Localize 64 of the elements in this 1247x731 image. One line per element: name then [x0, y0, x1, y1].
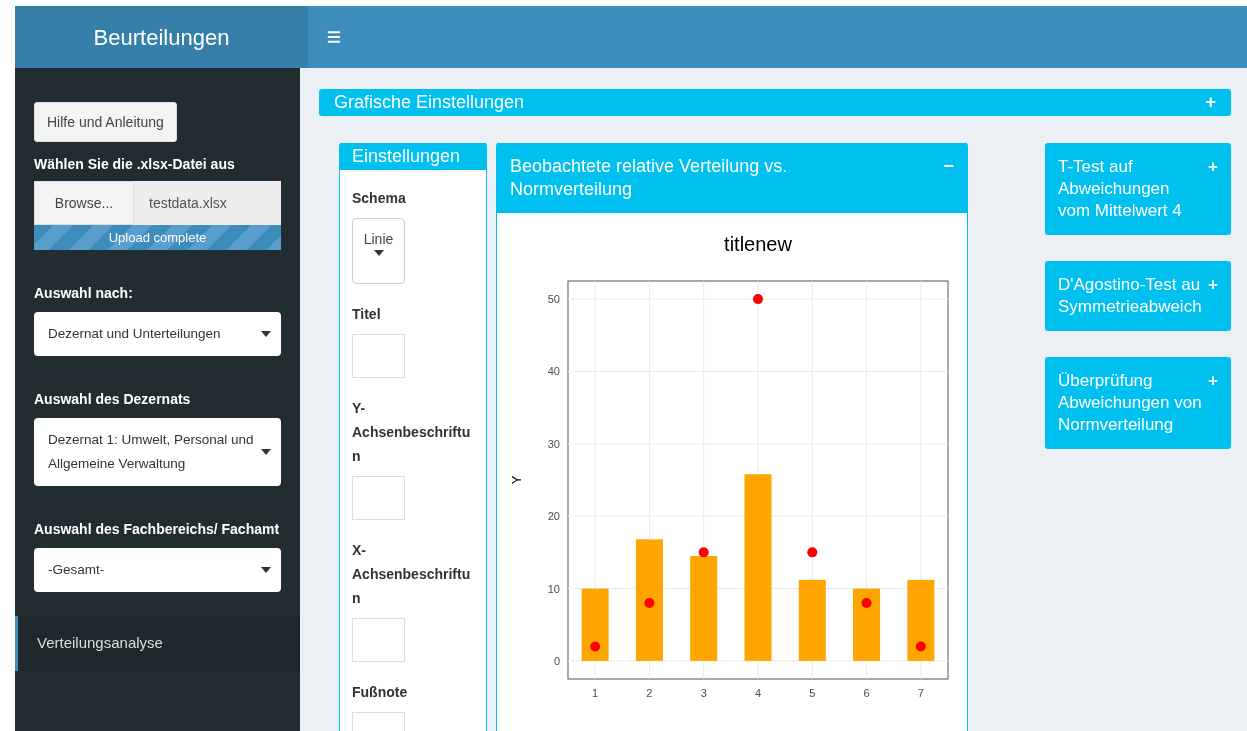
y-axis-label: Y [509, 475, 524, 485]
file-name-field: testdata.xlsx [134, 181, 281, 225]
expand-toggle[interactable]: + [1205, 89, 1216, 116]
expand-toggle[interactable]: + [1208, 156, 1218, 222]
x-tick-label: 5 [809, 687, 816, 699]
select-field[interactable]: Dezernat und Unterteilungen [34, 312, 281, 356]
caret-icon [261, 449, 271, 455]
expand-toggle[interactable]: + [1208, 274, 1218, 318]
select-field[interactable]: Dezernat 1: Umwelt, Personal und Allgemeine Verwaltung [34, 418, 281, 486]
y-tick-label: 40 [547, 365, 560, 378]
browse-button[interactable]: Browse... [34, 181, 134, 225]
data-point [698, 547, 709, 558]
data-point [753, 294, 763, 305]
field-label: Schema [352, 189, 407, 208]
data-point [590, 641, 601, 652]
box-title: Grafische Einstellungen [334, 91, 525, 114]
select-field[interactable]: Linie [352, 218, 405, 284]
chart-title: titlenew [724, 233, 792, 255]
panel-title: Beobachtete relative Verteilung vs. Normverteilung [510, 155, 789, 201]
x-tick-label: 6 [863, 687, 870, 699]
x-tick-label: 1 [592, 687, 599, 699]
data-point [861, 598, 872, 608]
text-input[interactable] [352, 618, 405, 662]
select-field[interactable]: -Gesamt- [34, 548, 281, 592]
x-tick-label: 2 [646, 687, 653, 699]
sidebar-menu-item[interactable]: Verteilungsanalyse [15, 616, 300, 671]
field-label: Auswahl des Dezernats [34, 390, 192, 409]
box-title: D'Agostino-Test au Symmetrieabweich [1058, 274, 1203, 318]
x-tick-label: 3 [700, 687, 707, 699]
y-tick-label: 20 [547, 510, 560, 523]
app-title: Beurteilungen [15, 6, 308, 68]
collapsed-box[interactable]: D'Agostino-Test au Symmetrieabweich + [1045, 261, 1231, 331]
field-label: Titel [352, 305, 382, 324]
data-point [807, 547, 818, 558]
help-button[interactable]: Hilfe und Anleitung [34, 102, 177, 142]
x-tick-label: 7 [917, 687, 924, 699]
box-title: T-Test auf Abweichungen vom Mittelwert 4 [1058, 156, 1183, 222]
y-tick-label: 10 [547, 582, 560, 595]
data-point [915, 641, 926, 652]
y-tick-label: 30 [547, 437, 560, 450]
field-label: Fußnote [352, 683, 409, 702]
field-label: Y-Achsenbeschriftun [352, 399, 472, 466]
y-tick-label: 50 [547, 293, 560, 306]
field-label: Auswahl des Fachbereichs/ Fachamt [34, 520, 281, 539]
box-title: Überprüfung Abweichungen von Normverteilung [1058, 370, 1203, 436]
collapsed-box[interactable]: T-Test auf Abweichungen vom Mittelwert 4 + [1045, 143, 1231, 235]
menu-icon[interactable] [326, 29, 342, 45]
y-tick-label: 0 [553, 654, 560, 667]
field-label: Auswahl nach: [34, 284, 134, 303]
panel-title: Einstellungen [340, 143, 486, 170]
collapsed-box[interactable]: Überprüfung Abweichungen von Normverteilung + [1045, 357, 1231, 449]
field-label: X-Achsenbeschriftun [352, 541, 472, 608]
collapse-toggle[interactable]: − [943, 155, 954, 201]
field-label: Wählen Sie die .xlsx-Datei aus [34, 155, 236, 174]
text-input[interactable] [352, 334, 405, 378]
caret-icon [261, 567, 271, 573]
data-point [644, 598, 655, 608]
caret-icon [261, 331, 271, 337]
collapsible-box-header[interactable]: Grafische Einstellungen + [319, 89, 1231, 116]
text-input[interactable] [352, 476, 405, 520]
progress-label: Upload complete [108, 228, 207, 247]
caret-icon [373, 250, 384, 256]
expand-toggle[interactable]: + [1208, 370, 1218, 436]
x-tick-label: 4 [754, 687, 762, 699]
